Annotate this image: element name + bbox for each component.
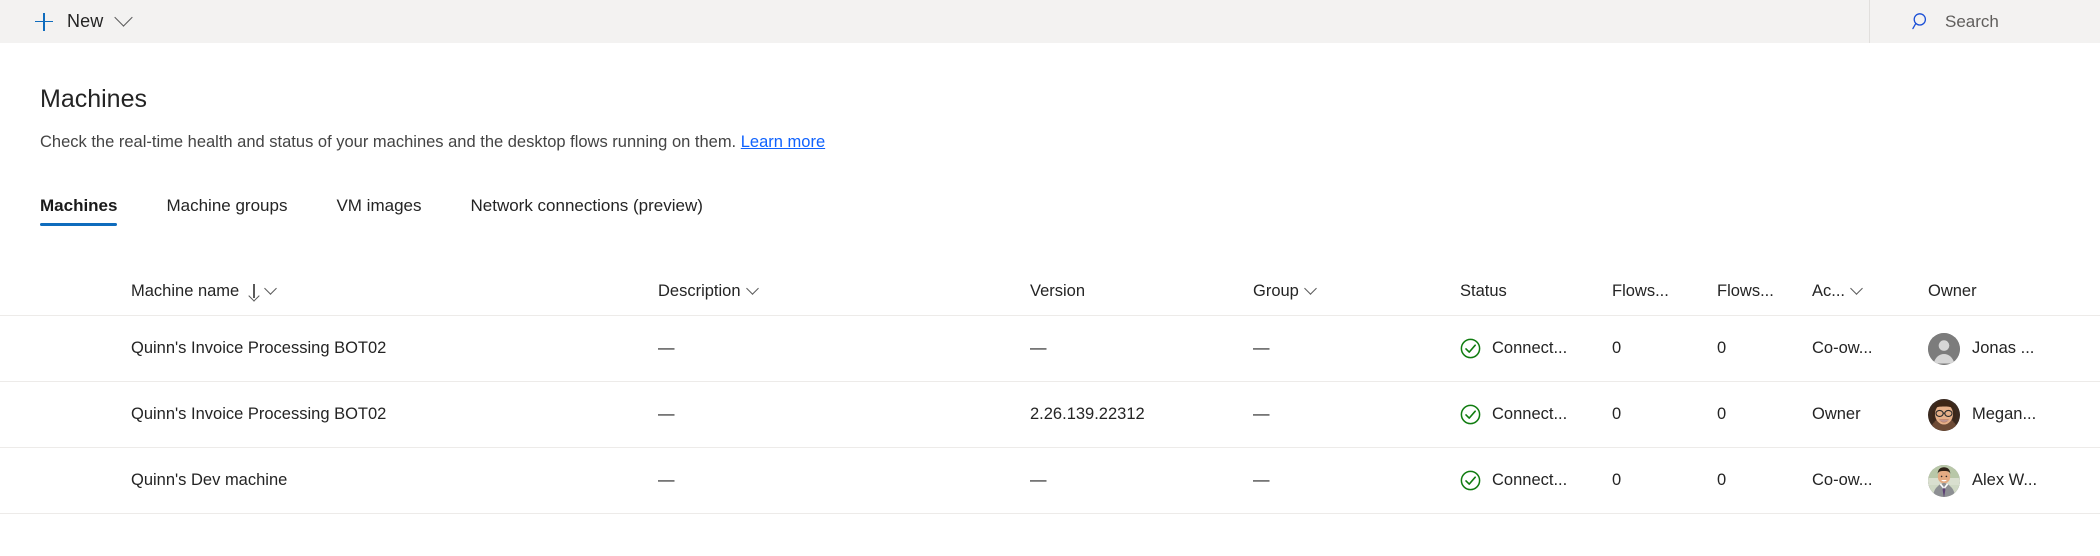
learn-more-link[interactable]: Learn more xyxy=(741,133,825,151)
table-row[interactable]: Quinn's Invoice Processing BOT02 — — — C… xyxy=(0,316,2100,382)
cell-access: Co-ow... xyxy=(1812,316,1924,381)
search-icon xyxy=(1912,12,1931,31)
cell-access: Co-ow... xyxy=(1812,448,1924,513)
column-header-flows-running-label: Flows... xyxy=(1717,282,1774,301)
chevron-down-icon[interactable] xyxy=(1850,282,1863,295)
page-title: Machines xyxy=(40,84,147,114)
machines-table: Machine name Description Version Group S… xyxy=(0,267,2100,514)
cell-version: 2.26.139.22312 xyxy=(1030,382,1240,447)
cell-owner-name: Alex W... xyxy=(1972,471,2037,490)
column-header-owner-label: Owner xyxy=(1928,282,1977,301)
cell-description: — xyxy=(658,448,1013,513)
cell-status: Connect... xyxy=(1460,448,1608,513)
cell-group: — xyxy=(1253,316,1443,381)
cell-version: — xyxy=(1030,448,1240,513)
cell-access: Owner xyxy=(1812,382,1924,447)
checkmark-circle-icon xyxy=(1460,404,1481,425)
avatar xyxy=(1928,399,1960,431)
new-button-label: New xyxy=(67,11,103,32)
cell-owner-name: Megan... xyxy=(1972,405,2036,424)
column-header-access[interactable]: Ac... xyxy=(1812,267,1924,315)
column-header-machine-name-label: Machine name xyxy=(131,282,239,301)
column-header-access-label: Ac... xyxy=(1812,282,1845,301)
avatar xyxy=(1928,333,1960,365)
cell-group: — xyxy=(1253,382,1443,447)
cell-flows-running: 0 xyxy=(1717,382,1812,447)
table-row[interactable]: Quinn's Dev machine — — — Connect... 0 0… xyxy=(0,448,2100,514)
checkmark-circle-icon xyxy=(1460,470,1481,491)
table-row[interactable]: Quinn's Invoice Processing BOT02 — 2.26.… xyxy=(0,382,2100,448)
column-header-description-label: Description xyxy=(658,282,741,301)
cell-flows-queued: 0 xyxy=(1612,448,1707,513)
tab-machines[interactable]: Machines xyxy=(40,196,117,226)
cell-flows-running: 0 xyxy=(1717,448,1812,513)
page-subtitle-text: Check the real-time health and status of… xyxy=(40,133,736,151)
cell-version: — xyxy=(1030,316,1240,381)
cell-status-label: Connect... xyxy=(1492,471,1567,490)
cell-status: Connect... xyxy=(1460,382,1608,447)
tab-list: Machines Machine groups VM images Networ… xyxy=(40,188,752,226)
cell-owner: Alex W... xyxy=(1928,448,2100,513)
column-header-flows-queued[interactable]: Flows... xyxy=(1612,267,1707,315)
cell-flows-running: 0 xyxy=(1717,316,1812,381)
column-header-owner[interactable]: Owner xyxy=(1928,267,2100,315)
column-header-status-label: Status xyxy=(1460,282,1507,301)
column-header-version-label: Version xyxy=(1030,282,1085,301)
tab-network-connections[interactable]: Network connections (preview) xyxy=(470,196,702,226)
table-header-row: Machine name Description Version Group S… xyxy=(0,267,2100,316)
command-bar: New Search xyxy=(0,0,2100,43)
chevron-down-icon[interactable] xyxy=(264,282,277,295)
column-header-description[interactable]: Description xyxy=(658,267,1013,315)
column-header-flows-running[interactable]: Flows... xyxy=(1717,267,1812,315)
column-header-group-label: Group xyxy=(1253,282,1299,301)
page-subtitle: Check the real-time health and status of… xyxy=(40,131,825,153)
cell-flows-queued: 0 xyxy=(1612,316,1707,381)
cell-machine-name: Quinn's Invoice Processing BOT02 xyxy=(131,382,646,447)
cell-group: — xyxy=(1253,448,1443,513)
search-placeholder: Search xyxy=(1945,12,1999,32)
cell-status: Connect... xyxy=(1460,316,1608,381)
column-header-machine-name[interactable]: Machine name xyxy=(131,267,646,315)
cell-machine-name: Quinn's Dev machine xyxy=(131,448,646,513)
tab-vm-images[interactable]: VM images xyxy=(336,196,421,226)
cell-description: — xyxy=(658,382,1013,447)
cell-description: — xyxy=(658,316,1013,381)
column-header-flows-queued-label: Flows... xyxy=(1612,282,1669,301)
cell-flows-queued: 0 xyxy=(1612,382,1707,447)
avatar xyxy=(1928,465,1960,497)
cell-status-label: Connect... xyxy=(1492,405,1567,424)
column-header-group[interactable]: Group xyxy=(1253,267,1443,315)
column-header-version[interactable]: Version xyxy=(1030,267,1240,315)
search-box[interactable]: Search xyxy=(1869,0,2100,43)
checkmark-circle-icon xyxy=(1460,338,1481,359)
plus-icon xyxy=(34,12,54,32)
chevron-down-icon[interactable] xyxy=(1304,282,1317,295)
cell-machine-name: Quinn's Invoice Processing BOT02 xyxy=(131,316,646,381)
tab-machine-groups[interactable]: Machine groups xyxy=(166,196,287,226)
chevron-down-icon[interactable] xyxy=(746,282,759,295)
chevron-down-icon[interactable] xyxy=(115,8,133,26)
cell-owner: Jonas ... xyxy=(1928,316,2100,381)
column-header-status[interactable]: Status xyxy=(1460,267,1608,315)
cell-owner-name: Jonas ... xyxy=(1972,339,2034,358)
sort-ascending-icon xyxy=(248,284,259,299)
cell-status-label: Connect... xyxy=(1492,339,1567,358)
new-button[interactable]: New xyxy=(0,0,140,43)
cell-owner: Megan... xyxy=(1928,382,2100,447)
